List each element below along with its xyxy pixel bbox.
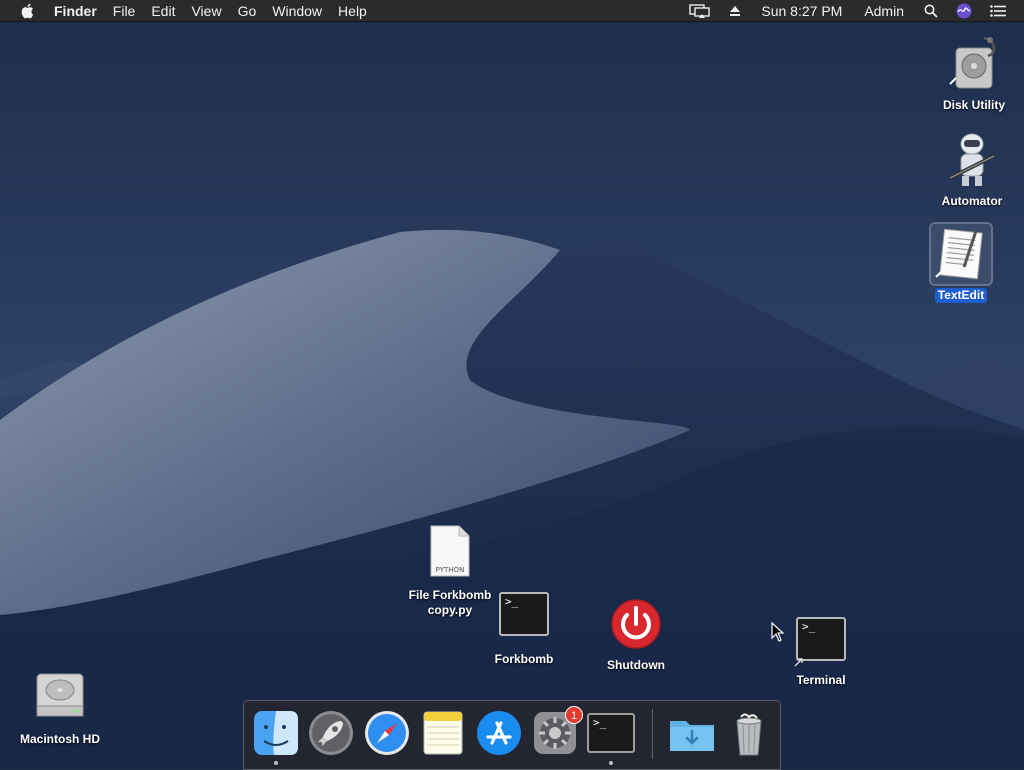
dock-trash[interactable] bbox=[725, 709, 773, 757]
launchpad-rocket-icon bbox=[309, 711, 353, 755]
textedit-icon bbox=[935, 228, 983, 280]
desktop-icon-automator[interactable]: Automator bbox=[932, 130, 1012, 209]
alias-arrow-icon bbox=[794, 658, 803, 667]
python-file-type-badge: PYTHON bbox=[436, 566, 465, 574]
trash-icon bbox=[736, 713, 762, 756]
automator-robot-icon bbox=[949, 133, 995, 186]
python-file-label-line1: File Forkbomb bbox=[408, 588, 492, 602]
dock-notes[interactable] bbox=[419, 709, 467, 757]
textedit-selection-box bbox=[929, 222, 993, 286]
terminal-alias-wrapper: >_ bbox=[794, 617, 846, 667]
safari-compass-icon bbox=[365, 711, 409, 755]
desktop-icon-shutdown[interactable]: Shutdown bbox=[598, 598, 674, 673]
dock-finder[interactable] bbox=[252, 709, 300, 757]
menu-clock[interactable]: Sun 8:27 PM bbox=[753, 0, 850, 22]
eject-icon[interactable] bbox=[723, 5, 747, 17]
dock-system-preferences[interactable]: 1 bbox=[531, 706, 583, 757]
forkbomb-label: Forkbomb bbox=[494, 652, 554, 666]
desktop-icon-forkbomb[interactable]: >_ Forkbomb bbox=[488, 592, 560, 667]
downloads-folder-icon bbox=[670, 721, 714, 751]
python-file-label-line2: copy.py bbox=[427, 603, 473, 617]
dock-terminal-running-indicator bbox=[609, 761, 613, 765]
power-button-icon bbox=[611, 599, 661, 649]
dock-separator bbox=[652, 709, 653, 759]
dock-terminal[interactable]: >_ bbox=[587, 709, 635, 757]
desktop-icon-terminal[interactable]: >_ Terminal bbox=[786, 617, 856, 688]
terminal-icon: >_ bbox=[587, 713, 635, 753]
airplay-display-icon[interactable] bbox=[683, 4, 717, 18]
automator-label: Automator bbox=[941, 194, 1003, 208]
disk-utility-icon bbox=[949, 36, 996, 89]
notification-center-icon[interactable] bbox=[984, 5, 1012, 17]
finder-icon bbox=[254, 711, 298, 755]
system-preferences-badge: 1 bbox=[565, 706, 583, 724]
macintosh-hd-label: Macintosh HD bbox=[19, 732, 100, 746]
menu-finder[interactable]: Finder bbox=[46, 0, 105, 22]
desktop-icon-disk-utility[interactable]: Disk Utility bbox=[936, 34, 1012, 113]
python-file-label: File Forkbomb copy.py bbox=[409, 588, 492, 618]
menu-go[interactable]: Go bbox=[230, 0, 265, 22]
notes-icon bbox=[423, 711, 463, 755]
desktop-icon-textedit[interactable]: TextEdit bbox=[928, 222, 994, 303]
shutdown-label: Shutdown bbox=[607, 658, 665, 672]
hard-drive-icon bbox=[36, 673, 84, 717]
desktop-icon-macintosh-hd[interactable]: Macintosh HD bbox=[14, 668, 106, 747]
siri-icon[interactable] bbox=[950, 3, 978, 19]
dock-app-store[interactable] bbox=[475, 709, 523, 757]
apple-menu-icon[interactable] bbox=[0, 3, 46, 19]
dock-downloads[interactable] bbox=[668, 709, 716, 757]
terminal-label: Terminal bbox=[796, 673, 846, 687]
terminal-desktop-icon: >_ bbox=[796, 617, 846, 661]
menu-help[interactable]: Help bbox=[330, 0, 375, 22]
dock: 1 >_ bbox=[243, 700, 781, 770]
disk-utility-label: Disk Utility bbox=[942, 98, 1005, 112]
forkbomb-terminal-icon: >_ bbox=[499, 592, 549, 636]
menu-file[interactable]: File bbox=[105, 0, 144, 22]
textedit-label: TextEdit bbox=[934, 288, 988, 303]
dock-launchpad[interactable] bbox=[307, 709, 355, 757]
mouse-cursor-icon bbox=[771, 622, 785, 642]
menu-view[interactable]: View bbox=[183, 0, 229, 22]
desktop-icon-python-file[interactable]: PYTHON File Forkbomb copy.py bbox=[400, 524, 500, 618]
spotlight-search-icon[interactable] bbox=[918, 4, 944, 18]
menu-user[interactable]: Admin bbox=[856, 0, 912, 22]
python-file-icon: PYTHON bbox=[430, 525, 470, 577]
menu-bar: Finder File Edit View Go Window Help Sun… bbox=[0, 0, 1024, 22]
dock-finder-running-indicator bbox=[274, 761, 278, 765]
menu-edit[interactable]: Edit bbox=[143, 0, 183, 22]
app-store-icon bbox=[477, 711, 521, 755]
menu-window[interactable]: Window bbox=[264, 0, 330, 22]
dock-safari[interactable] bbox=[363, 709, 411, 757]
